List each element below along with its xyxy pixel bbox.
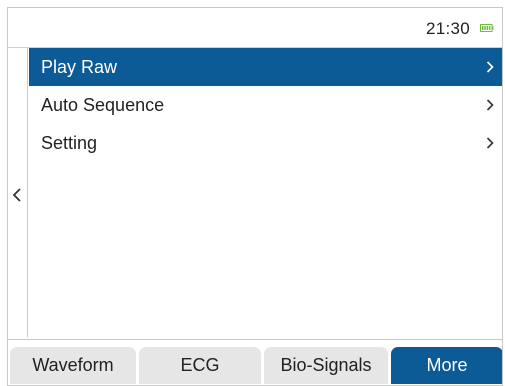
chevron-left-icon bbox=[12, 188, 21, 202]
tab-more[interactable]: More bbox=[391, 347, 502, 384]
menu-item-label: Setting bbox=[41, 133, 98, 153]
menu-item-setting[interactable]: Setting bbox=[29, 124, 502, 162]
menu-list: Play Raw Auto Sequence Setting bbox=[29, 48, 502, 162]
tab-ecg[interactable]: ECG bbox=[139, 347, 261, 384]
chevron-right-icon bbox=[486, 99, 494, 111]
menu-item-play-raw[interactable]: Play Raw bbox=[29, 48, 502, 86]
menu-item-auto-sequence[interactable]: Auto Sequence bbox=[29, 86, 502, 124]
battery-full-icon bbox=[480, 24, 494, 32]
device-screen: 21:30 Play Raw Auto Sequence Setting Wav… bbox=[7, 7, 503, 386]
back-button[interactable] bbox=[8, 48, 28, 337]
menu-item-label: Play Raw bbox=[41, 57, 118, 77]
menu-item-label: Auto Sequence bbox=[41, 95, 165, 115]
chevron-right-icon bbox=[486, 137, 494, 149]
bottom-tab-bar: Waveform ECG Bio-Signals More bbox=[8, 339, 502, 385]
chevron-right-icon bbox=[486, 61, 494, 73]
status-bar: 21:30 bbox=[8, 8, 502, 48]
tab-bio-signals[interactable]: Bio-Signals bbox=[264, 347, 388, 384]
tab-waveform[interactable]: Waveform bbox=[10, 347, 136, 384]
clock: 21:30 bbox=[425, 19, 470, 38]
